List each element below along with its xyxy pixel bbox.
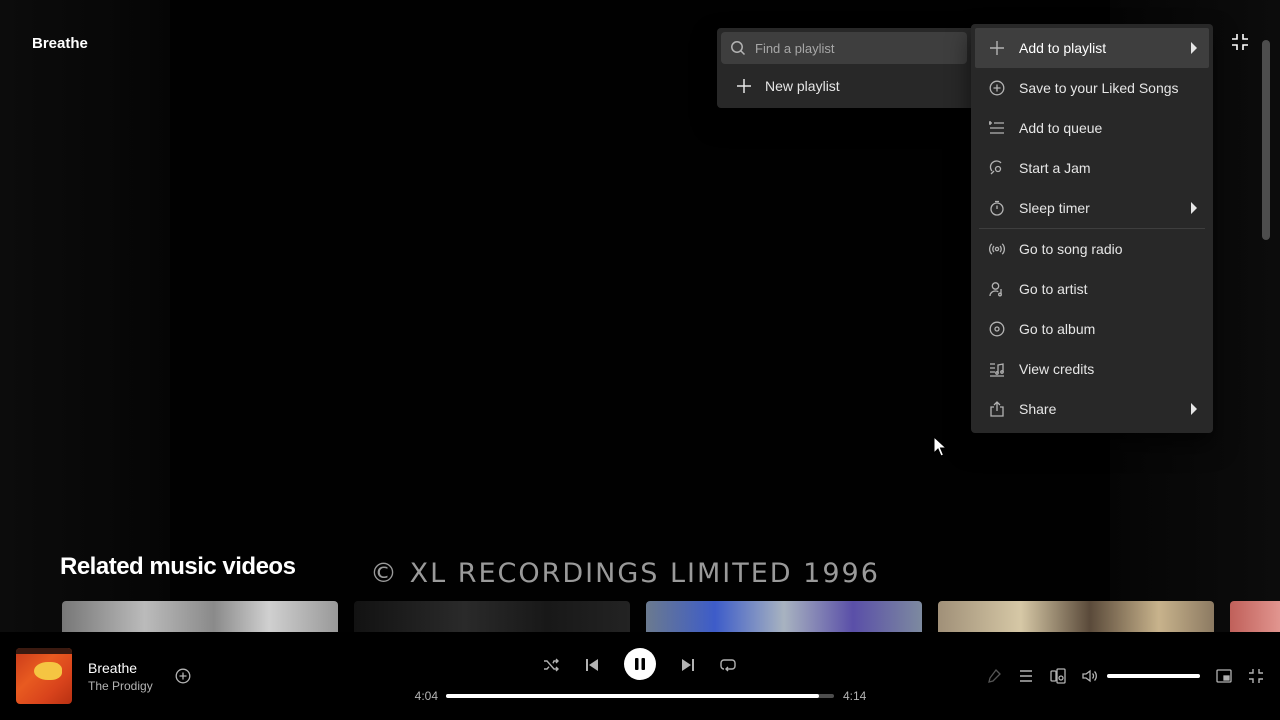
queue-icon — [987, 118, 1007, 138]
menu-item-add-to-queue[interactable]: Add to queue — [975, 108, 1209, 148]
mini-player-icon[interactable] — [1214, 666, 1234, 686]
plus-icon — [987, 38, 1007, 58]
playback-progress-bar[interactable] — [446, 694, 834, 698]
track-title: Breathe — [32, 35, 88, 52]
menu-item-label: Go to artist — [1019, 281, 1088, 297]
menu-item-label: View credits — [1019, 361, 1095, 377]
menu-item-go-to-song-radio[interactable]: Go to song radio — [975, 229, 1209, 269]
playlist-search-box[interactable] — [721, 32, 967, 64]
album-icon — [987, 319, 1007, 339]
video-letterbox-left — [0, 0, 170, 632]
artist-icon — [987, 279, 1007, 299]
menu-item-sleep-timer[interactable]: Sleep timer — [975, 188, 1209, 228]
track-context-menu: Add to playlist Save to your Liked Songs… — [971, 24, 1213, 433]
plus-icon — [735, 77, 753, 95]
jam-icon — [987, 158, 1007, 178]
menu-item-share[interactable]: Share — [975, 389, 1209, 429]
related-videos-heading: Related music videos — [60, 553, 296, 580]
new-playlist-label: New playlist — [765, 78, 840, 94]
menu-item-start-a-jam[interactable]: Start a Jam — [975, 148, 1209, 188]
submenu-caret-icon — [1191, 403, 1197, 415]
playback-progress-fill — [446, 694, 819, 698]
add-to-liked-icon[interactable] — [173, 666, 193, 686]
elapsed-time: 4:04 — [414, 689, 438, 703]
exit-fullscreen-icon[interactable] — [1246, 666, 1266, 686]
menu-item-add-to-playlist[interactable]: Add to playlist — [975, 28, 1209, 68]
connect-device-icon[interactable] — [1048, 666, 1068, 686]
volume-icon[interactable] — [1080, 666, 1100, 686]
add-to-playlist-submenu: New playlist — [717, 28, 973, 108]
add-circle-icon — [987, 78, 1007, 98]
next-track-icon[interactable] — [677, 654, 699, 676]
related-video-thumbnail[interactable] — [1230, 601, 1280, 632]
share-icon — [987, 399, 1007, 419]
exit-fullscreen-icon[interactable] — [1228, 30, 1252, 54]
total-duration: 4:14 — [843, 689, 867, 703]
video-copyright-overlay: © XL RECORDINGS LIMITED 1996 — [370, 558, 880, 589]
queue-icon[interactable] — [1016, 666, 1036, 686]
credits-icon — [987, 359, 1007, 379]
menu-item-label: Save to your Liked Songs — [1019, 80, 1179, 96]
search-icon — [729, 39, 747, 57]
player-bar: Breathe The Prodigy 4:04 4:14 — [0, 632, 1280, 720]
playlist-search-input[interactable] — [755, 40, 955, 56]
menu-item-save-to-liked-songs[interactable]: Save to your Liked Songs — [975, 68, 1209, 108]
menu-item-label: Go to album — [1019, 321, 1096, 337]
timer-icon — [987, 198, 1007, 218]
lyrics-mic-icon[interactable] — [984, 666, 1004, 686]
submenu-caret-icon — [1191, 202, 1197, 214]
related-video-thumbnail[interactable] — [646, 601, 922, 632]
repeat-icon[interactable] — [717, 654, 739, 676]
menu-item-go-to-artist[interactable]: Go to artist — [975, 269, 1209, 309]
menu-item-label: Add to queue — [1019, 120, 1103, 136]
previous-track-icon[interactable] — [581, 654, 603, 676]
menu-item-label: Go to song radio — [1019, 241, 1123, 257]
volume-slider-fill — [1107, 674, 1200, 678]
menu-item-label: Add to playlist — [1019, 40, 1107, 56]
pause-button[interactable] — [624, 648, 656, 680]
menu-item-view-credits[interactable]: View credits — [975, 349, 1209, 389]
pause-icon — [635, 658, 645, 670]
now-playing-artist[interactable]: The Prodigy — [88, 679, 153, 693]
radio-icon — [987, 239, 1007, 259]
scrollbar-thumb[interactable] — [1262, 40, 1270, 240]
menu-item-go-to-album[interactable]: Go to album — [975, 309, 1209, 349]
submenu-caret-icon — [1191, 42, 1197, 54]
related-video-thumbnail[interactable] — [62, 601, 338, 632]
mouse-cursor-icon — [933, 435, 948, 463]
volume-slider[interactable] — [1107, 674, 1200, 678]
menu-item-label: Share — [1019, 401, 1057, 417]
album-cover-art[interactable] — [16, 648, 72, 704]
related-video-thumbnail[interactable] — [354, 601, 630, 632]
related-video-thumbnail[interactable] — [938, 601, 1214, 632]
new-playlist-button[interactable]: New playlist — [721, 66, 969, 106]
now-playing-title[interactable]: Breathe — [88, 660, 137, 676]
menu-item-label: Sleep timer — [1019, 200, 1090, 216]
shuffle-icon[interactable] — [540, 654, 562, 676]
related-videos-row — [62, 601, 1280, 632]
menu-item-label: Start a Jam — [1019, 160, 1091, 176]
